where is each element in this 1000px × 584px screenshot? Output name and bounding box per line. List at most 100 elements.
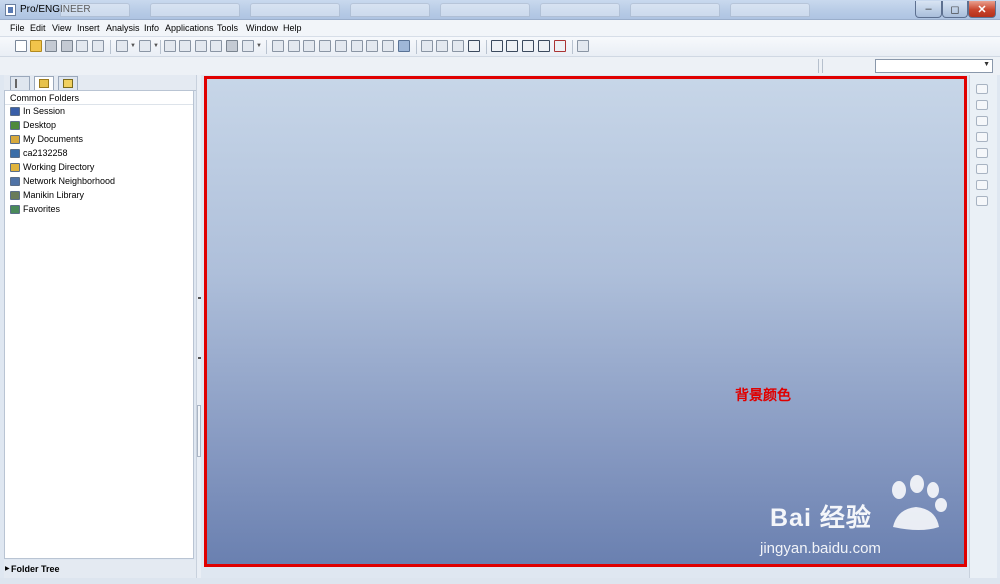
copy-icon[interactable] bbox=[179, 40, 191, 52]
redo-icon[interactable] bbox=[139, 40, 151, 52]
shading-icon[interactable] bbox=[468, 40, 480, 52]
reorient-icon[interactable] bbox=[366, 40, 378, 52]
menu-applications[interactable]: Applications bbox=[165, 23, 214, 33]
tool-icon[interactable] bbox=[976, 196, 988, 206]
curve-icon[interactable] bbox=[976, 132, 988, 142]
secondary-toolbar bbox=[0, 57, 1000, 75]
folder-item-label: Network Neighborhood bbox=[23, 176, 116, 186]
menu-insert[interactable]: Insert bbox=[77, 23, 100, 33]
new-icon[interactable] bbox=[15, 40, 27, 52]
toolbar-separator bbox=[266, 40, 267, 54]
maximize-icon: ◻ bbox=[950, 3, 960, 16]
main-toolbar: ▼ ▼ ▼ bbox=[0, 37, 1000, 57]
undo-icon[interactable] bbox=[116, 40, 128, 52]
menu-info[interactable]: Info bbox=[144, 23, 159, 33]
background-tab bbox=[630, 3, 720, 17]
minimize-button[interactable]: – bbox=[915, 1, 942, 18]
folder-item-manikin-library[interactable]: Manikin Library bbox=[10, 189, 84, 201]
analysis-icon[interactable] bbox=[976, 180, 988, 190]
folder-item-computer[interactable]: ca2132258 bbox=[10, 147, 68, 159]
paste-special-icon[interactable] bbox=[210, 40, 222, 52]
menu-tools[interactable]: Tools bbox=[217, 23, 238, 33]
point-icon[interactable] bbox=[976, 148, 988, 158]
layers-icon[interactable] bbox=[398, 40, 410, 52]
menu-window[interactable]: Window bbox=[246, 23, 278, 33]
navigator-tabs bbox=[4, 75, 196, 91]
minimize-icon: – bbox=[925, 3, 932, 15]
filter-selector[interactable]: ▼ bbox=[875, 59, 993, 73]
plane-icon[interactable] bbox=[976, 100, 988, 110]
menu-help[interactable]: Help bbox=[283, 23, 302, 33]
toolbar-grip bbox=[822, 59, 823, 73]
redo-dropdown-icon[interactable]: ▼ bbox=[153, 43, 159, 49]
select-box-icon[interactable] bbox=[242, 40, 254, 52]
paste-icon[interactable] bbox=[92, 40, 104, 52]
navigator-sash[interactable] bbox=[196, 75, 201, 578]
select-dropdown-icon[interactable]: ▼ bbox=[256, 43, 262, 49]
background-tab bbox=[150, 3, 240, 17]
csys-icon[interactable] bbox=[976, 164, 988, 174]
folder-item-working-directory[interactable]: Working Directory bbox=[10, 161, 94, 173]
axis-icon[interactable] bbox=[976, 116, 988, 126]
status-bar bbox=[0, 578, 1000, 584]
tab-favorites[interactable] bbox=[58, 76, 78, 90]
datum-planes-icon[interactable] bbox=[491, 40, 503, 52]
close-button[interactable]: ✕ bbox=[968, 1, 996, 18]
background-color-annotation: 背景颜色 bbox=[735, 387, 791, 403]
hidden-line-icon[interactable] bbox=[436, 40, 448, 52]
my-documents-icon bbox=[10, 134, 20, 144]
regenerate-icon[interactable] bbox=[226, 40, 238, 52]
app-icon bbox=[5, 4, 16, 16]
background-tab bbox=[250, 3, 340, 17]
zoom-in-icon[interactable] bbox=[319, 40, 331, 52]
folder-item-favorites[interactable]: Favorites bbox=[10, 203, 60, 215]
maximize-button[interactable]: ◻ bbox=[942, 1, 968, 18]
title-bar: Pro/ENGINEER – ◻ ✕ bbox=[0, 0, 1000, 20]
save-icon[interactable] bbox=[45, 40, 57, 52]
menu-analysis[interactable]: Analysis bbox=[106, 23, 140, 33]
no-hidden-icon[interactable] bbox=[452, 40, 464, 52]
folder-item-label: Desktop bbox=[23, 120, 57, 130]
folder-browser-icon bbox=[39, 79, 49, 88]
zoom-out-icon[interactable] bbox=[335, 40, 347, 52]
background-tab bbox=[350, 3, 430, 17]
annotations-icon[interactable] bbox=[554, 40, 566, 52]
folder-tree-toggle[interactable]: ▶ Folder Tree bbox=[4, 560, 200, 578]
open-icon[interactable] bbox=[30, 40, 42, 52]
coordinate-systems-icon[interactable] bbox=[538, 40, 550, 52]
undo-dropdown-icon[interactable]: ▼ bbox=[130, 43, 136, 49]
menu-file[interactable]: File bbox=[10, 23, 25, 33]
datum-points-icon[interactable] bbox=[522, 40, 534, 52]
menu-edit[interactable]: Edit bbox=[30, 23, 46, 33]
paste-icon[interactable] bbox=[195, 40, 207, 52]
menu-bar: File Edit View Insert Analysis Info Appl… bbox=[0, 20, 1000, 37]
folder-item-network[interactable]: Network Neighborhood bbox=[10, 175, 115, 187]
copy-icon[interactable] bbox=[76, 40, 88, 52]
graphics-window[interactable]: 背景颜色 bbox=[204, 76, 967, 567]
datum-axes-icon[interactable] bbox=[506, 40, 518, 52]
print-icon[interactable] bbox=[61, 40, 73, 52]
folder-item-label: My Documents bbox=[23, 134, 84, 144]
wireframe-icon[interactable] bbox=[421, 40, 433, 52]
sash-handle bbox=[198, 357, 201, 359]
tab-folder-browser[interactable] bbox=[34, 76, 54, 90]
folder-item-my-documents[interactable]: My Documents bbox=[10, 133, 83, 145]
context-help-icon[interactable] bbox=[577, 40, 589, 52]
chevron-right-icon: ▶ bbox=[5, 566, 10, 572]
refit-icon[interactable] bbox=[351, 40, 363, 52]
folder-item-desktop[interactable]: Desktop bbox=[10, 119, 56, 131]
background-tab bbox=[440, 3, 530, 17]
tab-model-tree[interactable] bbox=[10, 76, 30, 90]
sash-collapse-bar[interactable] bbox=[197, 405, 201, 457]
folder-item-label: Favorites bbox=[23, 204, 61, 214]
menu-view[interactable]: View bbox=[52, 23, 71, 33]
repaint-icon[interactable] bbox=[272, 40, 284, 52]
toolbar-separator bbox=[110, 40, 111, 54]
spin-center-icon[interactable] bbox=[288, 40, 300, 52]
folder-item-in-session[interactable]: In Session bbox=[10, 105, 65, 117]
saved-views-icon[interactable] bbox=[382, 40, 394, 52]
orient-icon[interactable] bbox=[303, 40, 315, 52]
cut-icon[interactable] bbox=[164, 40, 176, 52]
sketch-icon[interactable] bbox=[976, 84, 988, 94]
favorites-tab-icon bbox=[63, 79, 73, 88]
